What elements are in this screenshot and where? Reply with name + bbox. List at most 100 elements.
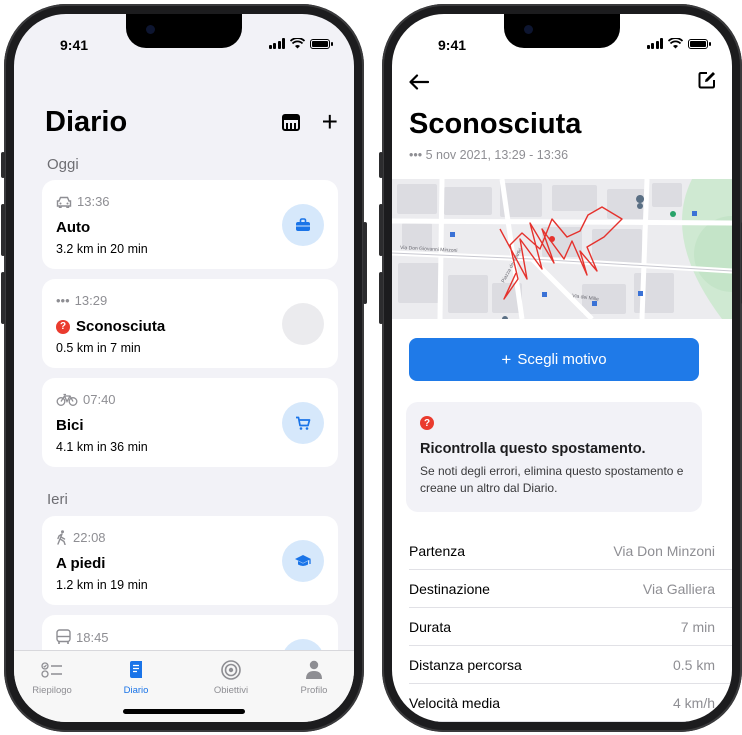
calendar-icon[interactable] [281, 113, 300, 131]
tab-label: Obiettivi [213, 685, 249, 696]
trip-detail: 4.1 km in 36 min [56, 440, 148, 454]
choose-purpose-label: Scegli motivo [517, 351, 607, 368]
signal-icon [268, 38, 285, 49]
row-value: 7 min [680, 618, 715, 635]
edit-icon[interactable] [698, 71, 716, 89]
camera [524, 25, 533, 34]
question-icon: ? [56, 319, 70, 334]
route-map[interactable]: Via Don Giovanni Minzoni Piazza dei Mart… [392, 179, 732, 319]
mute-switch [379, 152, 383, 178]
notch [504, 14, 620, 48]
walk-icon [57, 530, 66, 545]
review-warning: ? Ricontrolla questo spostamento. Se not… [406, 402, 702, 512]
info-row-speed: Velocità media 4 km/h [409, 684, 732, 722]
battery-icon [310, 38, 333, 49]
trip-detail: 0.5 km in 7 min [56, 341, 141, 355]
mute-switch [1, 152, 5, 178]
car-icon [56, 196, 72, 208]
purpose-button-empty[interactable] [282, 303, 324, 345]
trip-card[interactable]: 07:40 Bici 4.1 km in 36 min [42, 378, 338, 467]
trip-time: 18:45 [76, 629, 109, 645]
volume-up-button [1, 204, 5, 256]
page-title: Diario [45, 106, 128, 138]
add-trip-button[interactable]: + [322, 108, 338, 136]
row-key: Distanza percorsa [409, 656, 522, 673]
row-value: Via Don Minzoni [613, 542, 715, 559]
graduation-cap-icon [295, 555, 311, 566]
bus-icon [56, 629, 71, 644]
row-key: Durata [409, 618, 452, 635]
trip-info-list: Partenza Via Don Minzoni Destinazione Via … [409, 532, 732, 722]
summary-icon [41, 662, 62, 678]
trip-card[interactable]: 13:36 Auto 3.2 km in 20 min [42, 180, 338, 269]
trip-name: Sconosciuta [76, 318, 166, 335]
wifi-icon [290, 38, 305, 49]
target-icon [221, 660, 241, 680]
diary-icon [130, 661, 142, 678]
wifi-icon [668, 38, 683, 49]
back-arrow-icon[interactable] [409, 74, 429, 90]
tab-profilo[interactable]: Profilo [280, 659, 348, 696]
row-value: Via Galliera [642, 580, 715, 597]
volume-down-button [379, 272, 383, 324]
row-key: Partenza [409, 542, 466, 559]
trip-time: 13:29 [74, 293, 108, 308]
person-icon [306, 660, 322, 679]
trip-card[interactable]: 22:08 A piedi 1.2 km in 19 min [42, 516, 338, 605]
tab-bar: Riepilogo Diario Obiettivi Profilo [14, 650, 354, 722]
home-indicator [123, 709, 245, 714]
purpose-button[interactable] [282, 540, 324, 582]
camera [146, 25, 155, 34]
status-time: 9:41 [438, 37, 467, 53]
trip-time: 13:36 [77, 194, 110, 209]
cart-icon [296, 416, 311, 430]
plus-icon: + [501, 349, 512, 369]
row-key: Velocità media [409, 694, 501, 711]
info-row-destination: Destinazione Via Galliera [409, 570, 732, 608]
status-time: 9:41 [60, 37, 89, 53]
dots-icon: ••• [56, 293, 70, 308]
bicycle-icon [56, 393, 78, 406]
detail-screen: 9:41 Sconosciuta ••• 5 nov 2021, 13:29 -… [392, 14, 732, 722]
row-value: 4 km/h [672, 694, 715, 711]
map-canvas: Via Don Giovanni Minzoni Piazza dei Mart… [392, 179, 732, 319]
row-key: Destinazione [409, 580, 490, 597]
info-row-distance: Distanza percorsa 0.5 km [409, 646, 732, 684]
phone-frame-diario: 9:41 Diario + Oggi 13:36 Auto 3.2 km in … [1, 4, 367, 732]
warning-title: Ricontrolla questo spostamento. [420, 441, 646, 457]
phone-frame-detail: 9:41 Sconosciuta ••• 5 nov 2021, 13:29 -… [379, 4, 742, 732]
volume-down-button [1, 272, 5, 324]
tab-label: Profilo [300, 685, 328, 696]
diario-screen: 9:41 Diario + Oggi 13:36 Auto 3.2 km in … [14, 14, 354, 722]
side-button [363, 222, 367, 304]
trip-detail: 1.2 km in 19 min [56, 578, 148, 592]
purpose-button[interactable] [282, 204, 324, 246]
section-label-yesterday: Ieri [47, 491, 68, 508]
trip-time: 22:08 [73, 530, 106, 545]
trip-detail: 3.2 km in 20 min [56, 242, 148, 256]
trip-name: Bici [56, 417, 84, 434]
row-value: 0.5 km [672, 656, 715, 673]
tab-label: Riepilogo [32, 685, 72, 696]
trip-time: 07:40 [83, 392, 116, 407]
trip-subtitle: ••• 5 nov 2021, 13:29 - 13:36 [409, 148, 569, 162]
route-marker [549, 236, 555, 242]
notch [126, 14, 242, 48]
question-icon: ? [420, 416, 434, 430]
purpose-button[interactable] [282, 402, 324, 444]
trip-title: Sconosciuta [409, 108, 582, 140]
trip-name: A piedi [56, 555, 106, 572]
choose-purpose-button[interactable]: + Scegli motivo [409, 338, 699, 381]
trip-card[interactable]: ••• 13:29 ? Sconosciuta 0.5 km in 7 min [42, 279, 338, 368]
tab-riepilogo[interactable]: Riepilogo [18, 659, 86, 696]
trip-name: Auto [56, 219, 91, 236]
tab-diario[interactable]: Diario [102, 659, 170, 696]
tab-obiettivi[interactable]: Obiettivi [197, 659, 265, 696]
info-row-duration: Durata 7 min [409, 608, 732, 646]
tab-label: Diario [123, 685, 149, 696]
signal-icon [646, 38, 663, 49]
briefcase-icon [296, 218, 310, 231]
section-label-today: Oggi [47, 156, 79, 173]
warning-body: Se noti degli errori, elimina questo spo… [420, 464, 684, 495]
volume-up-button [379, 204, 383, 256]
